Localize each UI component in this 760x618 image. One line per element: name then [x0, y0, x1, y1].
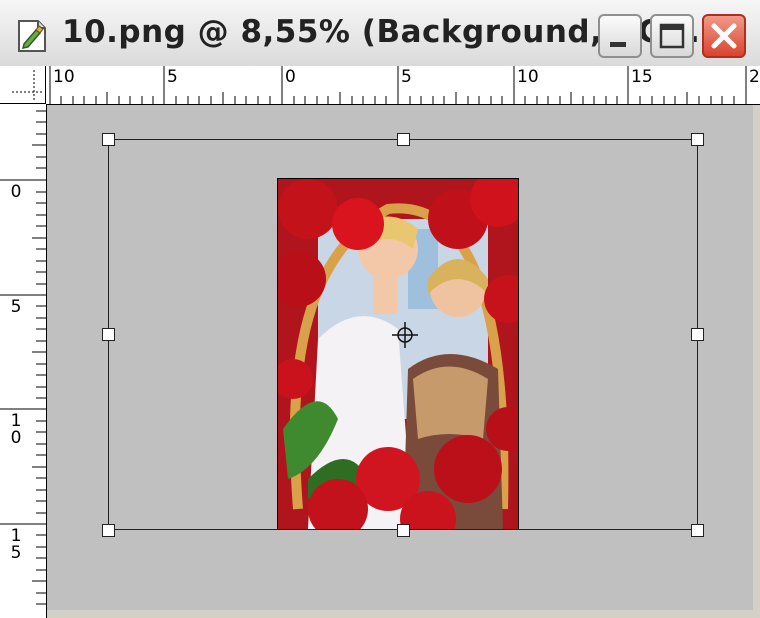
window-edge — [47, 610, 760, 618]
ruler-label: 5 — [401, 67, 412, 87]
transform-handle-right[interactable] — [691, 328, 704, 341]
transform-handle-top-left[interactable] — [102, 133, 115, 146]
ruler-label: 0 — [10, 182, 22, 202]
vertical-ruler[interactable]: 0 5 10 15 — [0, 104, 47, 618]
maximize-button[interactable] — [650, 14, 694, 58]
ruler-origin-corner[interactable] — [0, 66, 46, 104]
ruler-label: 10 — [53, 67, 75, 87]
transform-handle-bottom[interactable] — [397, 524, 410, 537]
transform-handle-bottom-right[interactable] — [691, 524, 704, 537]
horizontal-ruler[interactable]: 10 5 0 5 10 15 2 — [46, 66, 760, 105]
ruler-label: 10 — [10, 411, 22, 448]
minimize-button[interactable] — [598, 14, 642, 58]
document-window: 10.png @ 8,55% (Background, RGB... 10 5 … — [0, 0, 760, 618]
minimize-icon — [610, 42, 626, 47]
window-edge — [753, 105, 760, 618]
title-bar[interactable]: 10.png @ 8,55% (Background, RGB... — [0, 0, 760, 66]
ruler-label: 5 — [10, 297, 22, 317]
maximize-icon — [659, 23, 685, 49]
close-button[interactable] — [702, 14, 746, 58]
close-icon — [711, 23, 737, 49]
ruler-ticks — [0, 110, 46, 605]
ruler-label: 5 — [167, 67, 178, 87]
ruler-label: 15 — [10, 526, 22, 563]
document-edit-icon — [16, 18, 48, 54]
transform-handle-top[interactable] — [397, 133, 410, 146]
transform-handle-bottom-left[interactable] — [102, 524, 115, 537]
ruler-label: 15 — [631, 67, 653, 87]
ruler-label: 10 — [517, 67, 539, 87]
transform-handle-top-right[interactable] — [691, 133, 704, 146]
ruler-label: 0 — [285, 67, 296, 87]
transform-handle-left[interactable] — [102, 328, 115, 341]
crosshair-icon[interactable] — [392, 322, 418, 348]
ruler-label: 2 — [749, 67, 760, 87]
